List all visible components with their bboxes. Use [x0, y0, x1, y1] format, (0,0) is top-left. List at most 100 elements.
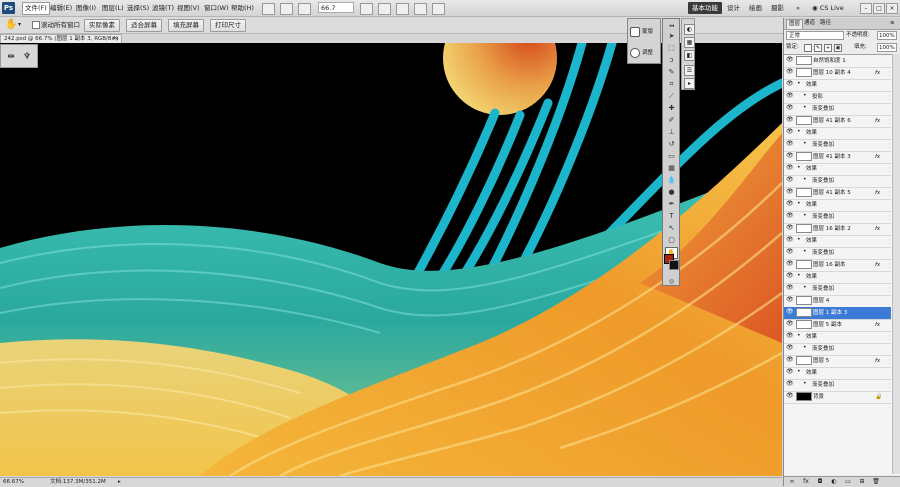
- quick-select-tool-icon[interactable]: ✎: [666, 67, 677, 77]
- new-group-icon[interactable]: ▭: [844, 478, 852, 485]
- layer-fx-badge[interactable]: fx: [875, 151, 880, 163]
- actual-pixels-button[interactable]: 实际像素: [84, 19, 120, 32]
- effect-visibility-icon[interactable]: •: [803, 249, 807, 255]
- close-icon[interactable]: ×: [886, 3, 898, 14]
- visibility-eye-icon[interactable]: 👁: [786, 393, 794, 399]
- print-size-button[interactable]: 打印尺寸: [210, 19, 246, 32]
- layer-fx-badge[interactable]: fx: [875, 259, 880, 271]
- visibility-eye-icon[interactable]: 👁: [786, 273, 794, 279]
- workspace-painting[interactable]: 绘画: [749, 3, 762, 14]
- workspace-photography[interactable]: 摄影: [771, 3, 784, 14]
- visibility-eye-icon[interactable]: 👁: [786, 153, 794, 159]
- workspace-more[interactable]: »: [796, 3, 800, 14]
- lock-position-icon[interactable]: +: [824, 44, 832, 52]
- swatches-panel-icon[interactable]: ▦: [684, 37, 695, 48]
- eraser-tool-icon[interactable]: ▭: [666, 151, 677, 161]
- effect-visibility-icon[interactable]: •: [797, 273, 801, 279]
- effect-visibility-icon[interactable]: •: [803, 141, 807, 147]
- panel-menu-icon[interactable]: ≡: [888, 19, 897, 28]
- visibility-eye-icon[interactable]: 👁: [786, 57, 794, 63]
- visibility-eye-icon[interactable]: 👁: [786, 93, 794, 99]
- add-mask-icon[interactable]: ◘: [816, 478, 824, 485]
- lock-image-icon[interactable]: ✎: [814, 44, 822, 52]
- layer-fx-badge[interactable]: fx: [875, 67, 880, 79]
- add-style-icon[interactable]: fx: [802, 478, 810, 485]
- styles-panel-icon[interactable]: ◧: [684, 50, 695, 61]
- effect-visibility-icon[interactable]: •: [803, 285, 807, 291]
- visibility-eye-icon[interactable]: 👁: [786, 309, 794, 315]
- delete-layer-icon[interactable]: 🗑: [872, 478, 880, 485]
- quick-mask-icon[interactable]: ◎: [666, 277, 677, 287]
- effect-visibility-icon[interactable]: •: [797, 237, 801, 243]
- layer-list-scrollbar[interactable]: [892, 54, 900, 474]
- scroll-all-windows-checkbox[interactable]: [32, 21, 40, 29]
- bridge-icon[interactable]: [262, 3, 275, 15]
- type-tool-icon[interactable]: T: [666, 211, 677, 221]
- path-select-tool-icon[interactable]: ↖: [666, 223, 677, 233]
- puppet-icon[interactable]: ♆: [21, 51, 33, 63]
- healing-tool-icon[interactable]: ✚: [666, 103, 677, 113]
- toolbox-collapse-icon[interactable]: ◂◂: [666, 21, 677, 31]
- fit-screen-button[interactable]: 适合屏幕: [126, 19, 162, 32]
- minimize-icon[interactable]: –: [860, 3, 872, 14]
- lock-transparent-icon[interactable]: [804, 44, 812, 52]
- effect-visibility-icon[interactable]: •: [803, 105, 807, 111]
- visibility-eye-icon[interactable]: 👁: [786, 333, 794, 339]
- layer-row[interactable]: 👁 背景 🔒: [784, 391, 891, 404]
- rotate-view-icon[interactable]: [396, 3, 409, 15]
- visibility-eye-icon[interactable]: 👁: [786, 213, 794, 219]
- visibility-eye-icon[interactable]: 👁: [786, 141, 794, 147]
- tab-layers[interactable]: 图层: [786, 19, 804, 29]
- opacity-input[interactable]: 100%: [877, 31, 897, 40]
- minibridge-icon[interactable]: [280, 3, 293, 15]
- brush-tool-icon[interactable]: ✐: [666, 115, 677, 125]
- color-panel-icon[interactable]: ◐: [684, 24, 695, 35]
- workspace-essentials[interactable]: 基本功能: [688, 2, 722, 14]
- visibility-eye-icon[interactable]: 👁: [786, 381, 794, 387]
- marquee-tool-icon[interactable]: ⬚: [666, 43, 677, 53]
- effect-visibility-icon[interactable]: •: [797, 81, 801, 87]
- visibility-eye-icon[interactable]: 👁: [786, 165, 794, 171]
- tool-preset-dropdown-icon[interactable]: ▾: [18, 19, 21, 31]
- tool-preset-icon[interactable]: ⇹: [5, 51, 17, 63]
- menu-filter[interactable]: 滤镜(T): [150, 3, 176, 14]
- visibility-eye-icon[interactable]: 👁: [786, 345, 794, 351]
- effect-visibility-icon[interactable]: •: [803, 381, 807, 387]
- actions-panel-icon[interactable]: ▸: [684, 78, 695, 89]
- menu-edit[interactable]: 编辑(E): [48, 3, 74, 14]
- effect-visibility-icon[interactable]: •: [797, 369, 801, 375]
- adjustment-layer-icon[interactable]: ◐: [830, 478, 838, 485]
- layer-fx-badge[interactable]: fx: [875, 115, 880, 127]
- workspace-design[interactable]: 设计: [727, 3, 740, 14]
- effect-visibility-icon[interactable]: •: [797, 201, 801, 207]
- effect-visibility-icon[interactable]: •: [797, 165, 801, 171]
- background-color-swatch[interactable]: [669, 260, 679, 270]
- visibility-eye-icon[interactable]: 👁: [786, 261, 794, 267]
- shape-tool-icon[interactable]: ▢: [666, 235, 677, 245]
- visibility-eye-icon[interactable]: 👁: [786, 321, 794, 327]
- visibility-eye-icon[interactable]: 👁: [786, 201, 794, 207]
- layer-fx-badge[interactable]: fx: [875, 319, 880, 331]
- visibility-eye-icon[interactable]: 👁: [786, 249, 794, 255]
- lasso-tool-icon[interactable]: ↄ: [666, 55, 677, 65]
- visibility-eye-icon[interactable]: 👁: [786, 285, 794, 291]
- pen-tool-icon[interactable]: ✒: [666, 199, 677, 209]
- dodge-tool-icon[interactable]: ●: [666, 187, 677, 197]
- effect-visibility-icon[interactable]: •: [803, 177, 807, 183]
- document-tab[interactable]: 242.psd @ 66.7% (图层 1 副本 3, RGB/8#) ×: [0, 34, 122, 43]
- effect-visibility-icon[interactable]: •: [797, 333, 801, 339]
- visibility-eye-icon[interactable]: 👁: [786, 177, 794, 183]
- visibility-eye-icon[interactable]: 👁: [786, 69, 794, 75]
- screen-mode-icon[interactable]: [432, 3, 445, 15]
- crop-tool-icon[interactable]: ⌗: [666, 79, 677, 89]
- visibility-eye-icon[interactable]: 👁: [786, 357, 794, 363]
- cs-live[interactable]: ◉ CS Live: [812, 2, 852, 14]
- menu-select[interactable]: 选择(S): [125, 3, 151, 14]
- effect-visibility-icon[interactable]: •: [803, 93, 807, 99]
- link-layers-icon[interactable]: ∞: [788, 478, 796, 485]
- visibility-eye-icon[interactable]: 👁: [786, 81, 794, 87]
- layer-fx-badge[interactable]: fx: [875, 223, 880, 235]
- fill-input[interactable]: 100%: [877, 43, 897, 52]
- new-layer-icon[interactable]: ⊞: [858, 478, 866, 485]
- menu-help[interactable]: 帮助(H): [229, 3, 256, 14]
